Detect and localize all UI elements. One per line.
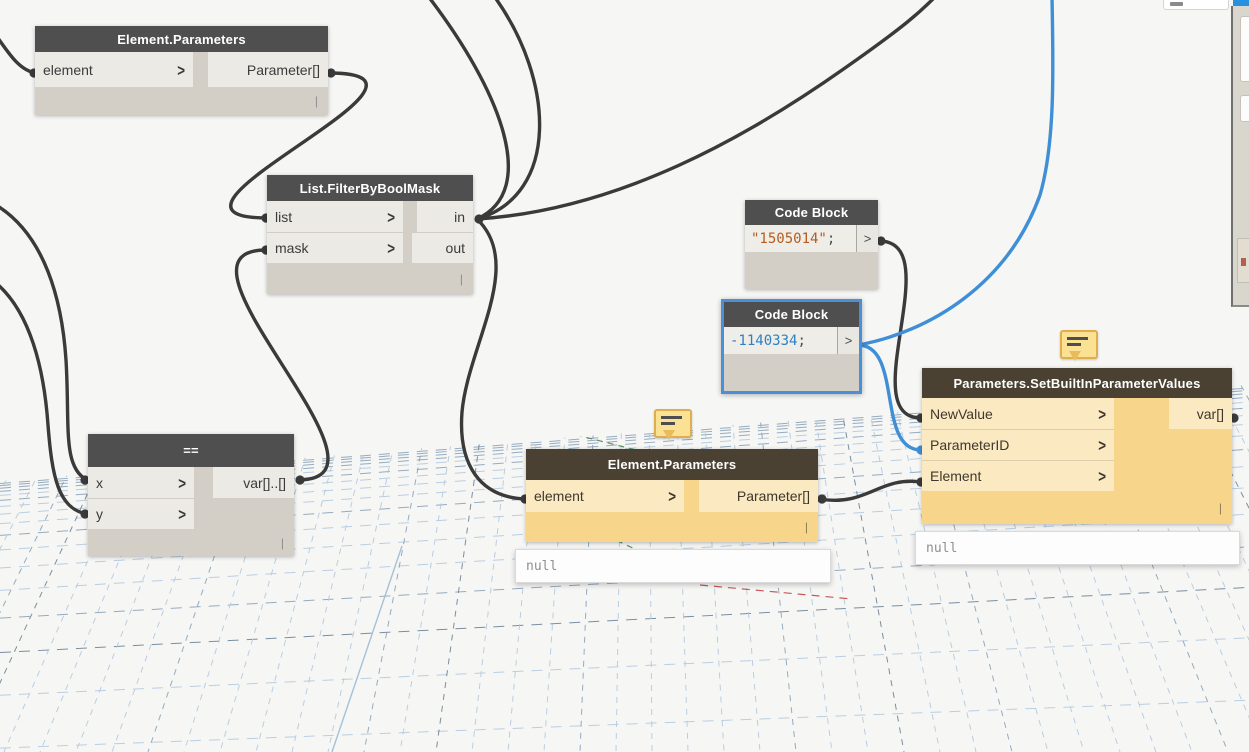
node-footer: |: [526, 512, 818, 542]
preview-toggle[interactable]: |: [1219, 501, 1222, 515]
code-block-editor[interactable]: -1140334;: [724, 327, 837, 354]
preview-toggle[interactable]: |: [805, 520, 808, 534]
wire-selected-codeblock-to-offscreen[interactable]: [856, 0, 1055, 347]
dynamo-canvas[interactable]: Element.Parameters element > Parameter[]…: [0, 0, 1249, 752]
node-note-icon[interactable]: [1060, 330, 1098, 361]
node-footer: |: [267, 263, 473, 294]
wire-codeblock-to-newvalue[interactable]: [877, 239, 923, 420]
wire-parameters-to-element-input[interactable]: [818, 479, 923, 502]
chevron-right-icon: >: [387, 206, 395, 227]
output-port-code[interactable]: >: [837, 327, 859, 354]
node-title[interactable]: Element.Parameters: [35, 26, 328, 52]
input-port-mask[interactable]: mask >: [267, 232, 403, 263]
panel-field[interactable]: [1240, 95, 1249, 122]
input-port-element[interactable]: element >: [35, 52, 193, 87]
node-element-parameters-top[interactable]: Element.Parameters element > Parameter[]…: [35, 26, 328, 115]
node-element-parameters-bottom[interactable]: Element.Parameters element > Parameter[]…: [526, 449, 818, 542]
node-title[interactable]: Code Block: [724, 302, 859, 327]
node-code-block-string[interactable]: Code Block "1505014"; >: [745, 200, 878, 289]
node-footer: |: [88, 529, 294, 556]
node-list-filter-by-bool-mask[interactable]: List.FilterByBoolMask list > in mask > o…: [267, 175, 473, 294]
input-port-list[interactable]: list >: [267, 201, 403, 232]
wire-into-element-top[interactable]: [0, 14, 38, 75]
node-title[interactable]: ==: [88, 434, 294, 467]
node-title[interactable]: Element.Parameters: [526, 449, 818, 480]
output-port-var[interactable]: var[]..[]: [213, 467, 294, 498]
wire-into-x[interactable]: [0, 205, 89, 482]
output-port-in[interactable]: in: [417, 201, 473, 232]
chevron-right-icon: >: [177, 59, 185, 80]
wire-into-y[interactable]: [0, 283, 89, 516]
node-footer: [745, 252, 878, 289]
chevron-right-icon: >: [387, 238, 395, 258]
port-nub[interactable]: [295, 475, 305, 485]
node-footer: [724, 354, 859, 391]
input-port-y[interactable]: y >: [88, 498, 194, 529]
chevron-right-icon: >: [1098, 435, 1106, 455]
toolbar-icon: [1170, 2, 1183, 6]
input-port-parameterid[interactable]: ParameterID >: [922, 429, 1114, 460]
input-port-element[interactable]: Element >: [922, 460, 1114, 491]
input-port-x[interactable]: x >: [88, 467, 194, 498]
node-title[interactable]: Parameters.SetBuiltInParameterValues: [922, 368, 1232, 398]
thumbnail-mark: [1241, 258, 1246, 266]
output-port-parameters[interactable]: Parameter[]: [208, 52, 328, 87]
toolbar-fragment: [1163, 0, 1229, 10]
node-equals[interactable]: == x > var[]..[] y > |: [88, 434, 294, 556]
preview-toggle[interactable]: |: [281, 536, 284, 550]
port-nub[interactable]: [817, 494, 827, 504]
chevron-right-icon: >: [1098, 466, 1106, 486]
code-block-editor[interactable]: "1505014";: [745, 225, 856, 252]
chevron-right-icon: >: [178, 504, 186, 524]
preview-toggle[interactable]: |: [460, 272, 463, 286]
output-port-code[interactable]: >: [856, 225, 878, 252]
input-port-newvalue[interactable]: NewValue >: [922, 398, 1114, 429]
chevron-right-icon: >: [178, 472, 186, 493]
node-set-builtin-parameter-values[interactable]: Parameters.SetBuiltInParameterValues New…: [922, 368, 1232, 524]
chevron-right-icon: >: [668, 486, 676, 506]
output-port-parameters[interactable]: Parameter[]: [699, 480, 818, 512]
port-nub[interactable]: [474, 214, 484, 224]
node-code-block-number-selected[interactable]: Code Block -1140334; >: [721, 299, 862, 394]
partial-node-panel[interactable]: [1231, 6, 1249, 307]
node-title[interactable]: Code Block: [745, 200, 878, 225]
output-port-out[interactable]: out: [412, 232, 473, 263]
node-title[interactable]: List.FilterByBoolMask: [267, 175, 473, 201]
preview-bubble-element-parameters[interactable]: null: [515, 549, 831, 583]
preview-bubble-set-parameters[interactable]: null: [915, 531, 1240, 565]
wire-selected-codeblock-to-parameterid[interactable]: [856, 343, 923, 452]
node-footer: |: [35, 87, 328, 115]
panel-field[interactable]: [1240, 16, 1249, 82]
panel-thumbnail: [1237, 238, 1249, 283]
wire-in-to-offscreen-swoop[interactable]: [475, 0, 935, 221]
chevron-right-icon: >: [1098, 403, 1106, 424]
output-port-var[interactable]: var[]: [1169, 398, 1232, 429]
preview-toggle[interactable]: |: [315, 94, 318, 108]
wire-in-to-offscreen-b[interactable]: [475, 0, 542, 221]
node-footer: |: [922, 491, 1232, 524]
input-port-element[interactable]: element >: [526, 480, 684, 512]
node-note-icon[interactable]: [654, 409, 692, 440]
